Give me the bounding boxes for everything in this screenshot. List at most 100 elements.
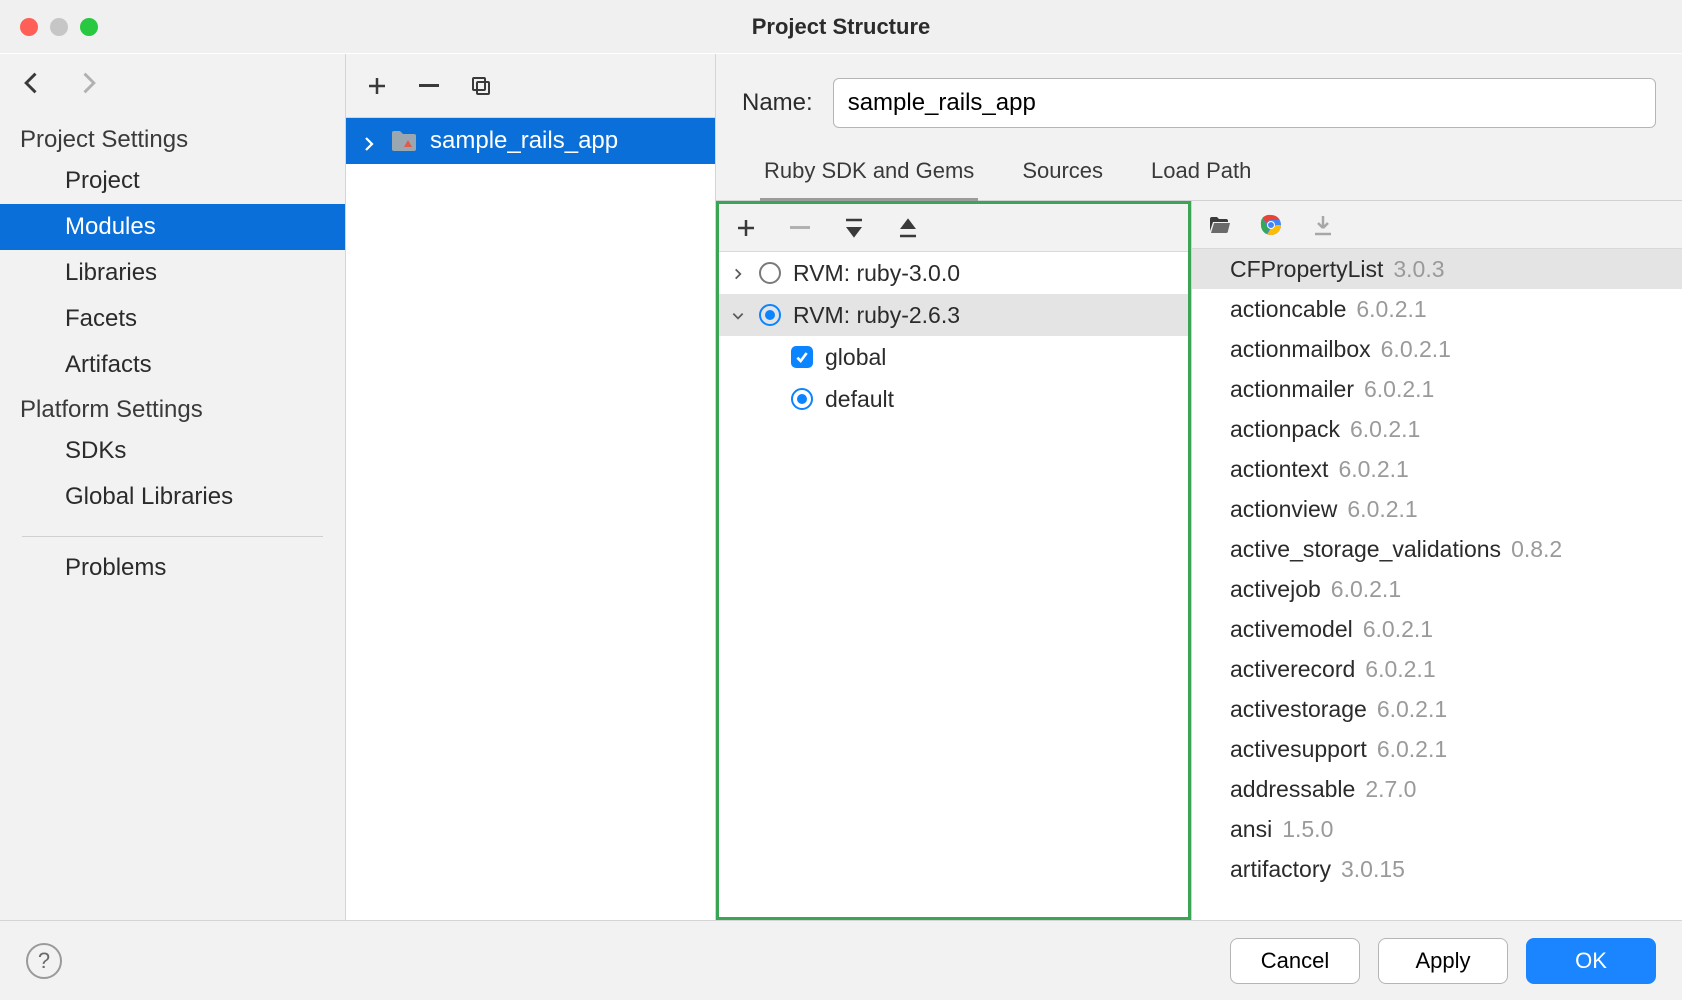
gem-version: 2.7.0 xyxy=(1365,776,1416,803)
gem-version: 6.0.2.1 xyxy=(1377,696,1447,723)
gemset-item-global[interactable]: global xyxy=(719,336,1188,378)
gems-toolbar xyxy=(1192,201,1682,249)
gemset-item-default[interactable]: default xyxy=(719,378,1188,420)
download-button[interactable] xyxy=(1310,212,1336,238)
gem-row[interactable]: activesupport 6.0.2.1 xyxy=(1192,729,1682,769)
remove-module-button[interactable] xyxy=(416,73,442,99)
sidebar-item-libraries[interactable]: Libraries xyxy=(0,250,345,296)
module-item-sample-rails-app[interactable]: sample_rails_app xyxy=(346,118,715,164)
sdk-radio[interactable] xyxy=(759,304,781,326)
add-sdk-button[interactable] xyxy=(733,215,759,241)
titlebar: Project Structure xyxy=(0,0,1682,54)
gem-row[interactable]: actiontext6.0.2.1 xyxy=(1192,449,1682,489)
tab-ruby-sdk-and-gems[interactable]: Ruby SDK and Gems xyxy=(760,148,978,201)
sdk-label: RVM: ruby-2.6.3 xyxy=(793,302,960,329)
gems-list[interactable]: CFPropertyList3.0.3actioncable6.0.2.1act… xyxy=(1192,249,1682,920)
gem-version: 6.0.2.1 xyxy=(1363,616,1433,643)
gem-version: 0.8.2 xyxy=(1511,536,1562,563)
gem-row[interactable]: addressable 2.7.0 xyxy=(1192,769,1682,809)
gem-name: activejob xyxy=(1230,576,1321,603)
sidebar-item-problems[interactable]: Problems xyxy=(0,545,345,591)
project-settings-heading: Project Settings xyxy=(0,118,345,158)
gem-row[interactable]: actionpack 6.0.2.1 xyxy=(1192,409,1682,449)
gem-version: 6.0.2.1 xyxy=(1377,736,1447,763)
copy-module-button[interactable] xyxy=(468,73,494,99)
sdk-tree[interactable]: RVM: ruby-3.0.0 RVM: ruby-2.6.3 xyxy=(719,252,1188,917)
gem-row[interactable]: actionmailbox6.0.2.1 xyxy=(1192,329,1682,369)
platform-settings-heading: Platform Settings xyxy=(0,388,345,428)
gems-panel: CFPropertyList3.0.3actioncable6.0.2.1act… xyxy=(1191,201,1682,920)
tab-load-path[interactable]: Load Path xyxy=(1147,148,1255,200)
gem-row[interactable]: activejob 6.0.2.1 xyxy=(1192,569,1682,609)
gem-name: ansi xyxy=(1230,816,1272,843)
gem-row[interactable]: active_storage_validations0.8.2 xyxy=(1192,529,1682,569)
module-name-input[interactable] xyxy=(833,78,1656,128)
gemset-radio[interactable] xyxy=(791,388,813,410)
close-window-button[interactable] xyxy=(20,18,38,36)
zoom-window-button[interactable] xyxy=(80,18,98,36)
ok-button[interactable]: OK xyxy=(1526,938,1656,984)
back-button[interactable] xyxy=(18,69,46,103)
gem-version: 3.0.3 xyxy=(1393,256,1444,283)
gem-name: activesupport xyxy=(1230,736,1367,763)
sdk-toolbar xyxy=(719,204,1188,252)
gem-row[interactable]: artifactory 3.0.15 xyxy=(1192,849,1682,889)
traffic-lights xyxy=(20,18,98,36)
ruby-sdk-detail: RVM: ruby-3.0.0 RVM: ruby-2.6.3 xyxy=(716,201,1682,920)
sdk-item-ruby-2-6-3[interactable]: RVM: ruby-2.6.3 xyxy=(719,294,1188,336)
gem-version: 6.0.2.1 xyxy=(1331,576,1401,603)
gemset-label: default xyxy=(825,386,894,413)
sdk-panel: RVM: ruby-3.0.0 RVM: ruby-2.6.3 xyxy=(716,201,1191,920)
gem-row[interactable]: actionmailer 6.0.2.1 xyxy=(1192,369,1682,409)
gem-row[interactable]: activemodel 6.0.2.1 xyxy=(1192,609,1682,649)
gem-row[interactable]: CFPropertyList3.0.3 xyxy=(1192,249,1682,289)
name-row: Name: xyxy=(716,54,1682,138)
minimize-window-button[interactable] xyxy=(50,18,68,36)
cancel-button[interactable]: Cancel xyxy=(1230,938,1360,984)
chrome-icon[interactable] xyxy=(1258,212,1284,238)
module-detail-panel: Name: Ruby SDK and Gems Sources Load Pat… xyxy=(716,54,1682,920)
gem-name: actionmailer xyxy=(1230,376,1354,403)
sdk-item-ruby-3-0-0[interactable]: RVM: ruby-3.0.0 xyxy=(719,252,1188,294)
add-module-button[interactable] xyxy=(364,73,390,99)
gem-name: activemodel xyxy=(1230,616,1353,643)
gem-name: artifactory xyxy=(1230,856,1331,883)
expand-all-button[interactable] xyxy=(841,215,867,241)
open-folder-button[interactable] xyxy=(1206,212,1232,238)
module-name: sample_rails_app xyxy=(430,127,618,155)
tab-sources[interactable]: Sources xyxy=(1018,148,1107,200)
sdk-label: RVM: ruby-3.0.0 xyxy=(793,260,960,287)
gem-row[interactable]: activerecord6.0.2.1 xyxy=(1192,649,1682,689)
gem-version: 3.0.15 xyxy=(1341,856,1405,883)
remove-sdk-button[interactable] xyxy=(787,215,813,241)
gem-row[interactable]: actionview6.0.2.1 xyxy=(1192,489,1682,529)
gem-row[interactable]: activestorage 6.0.2.1 xyxy=(1192,689,1682,729)
sidebar-item-modules[interactable]: Modules xyxy=(0,204,345,250)
gem-version: 6.0.2.1 xyxy=(1381,336,1451,363)
forward-button[interactable] xyxy=(74,69,102,103)
sidebar-item-sdks[interactable]: SDKs xyxy=(0,428,345,474)
module-tabs: Ruby SDK and Gems Sources Load Path xyxy=(716,138,1682,201)
apply-button[interactable]: Apply xyxy=(1378,938,1508,984)
name-label: Name: xyxy=(742,89,813,117)
modules-tree[interactable]: sample_rails_app xyxy=(346,118,715,920)
gem-name: actionpack xyxy=(1230,416,1340,443)
sidebar-item-global-libraries[interactable]: Global Libraries xyxy=(0,474,345,520)
sidebar-item-facets[interactable]: Facets xyxy=(0,296,345,342)
gem-row[interactable]: ansi1.5.0 xyxy=(1192,809,1682,849)
help-button[interactable]: ? xyxy=(26,943,62,979)
gem-version: 6.0.2.1 xyxy=(1338,456,1408,483)
sdk-radio[interactable] xyxy=(759,262,781,284)
collapse-all-button[interactable] xyxy=(895,215,921,241)
gem-version: 6.0.2.1 xyxy=(1350,416,1420,443)
gem-name: actionview xyxy=(1230,496,1337,523)
folder-icon xyxy=(390,129,418,153)
gem-row[interactable]: actioncable6.0.2.1 xyxy=(1192,289,1682,329)
sidebar-item-artifacts[interactable]: Artifacts xyxy=(0,342,345,388)
modules-list-panel: sample_rails_app xyxy=(346,54,716,920)
gem-name: activestorage xyxy=(1230,696,1367,723)
gem-version: 6.0.2.1 xyxy=(1364,376,1434,403)
gemset-checkbox[interactable] xyxy=(791,346,813,368)
gem-name: addressable xyxy=(1230,776,1355,803)
sidebar-item-project[interactable]: Project xyxy=(0,158,345,204)
